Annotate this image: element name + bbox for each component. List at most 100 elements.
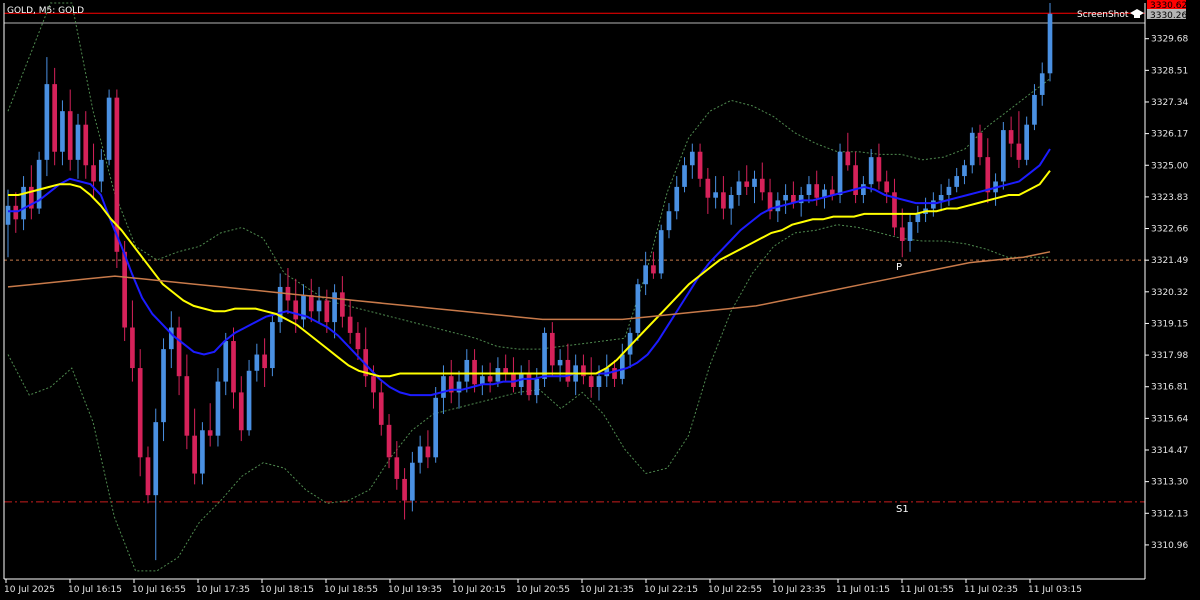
candle-body [619,354,625,379]
candle-body [635,284,641,333]
candle-body [931,200,936,209]
candle-body [1039,73,1045,95]
y-tick-label: 3325.00 [1151,161,1188,171]
y-tick-label: 3316.81 [1151,383,1188,393]
x-tick-label: 10 Jul 16:15 [68,585,122,595]
candle-body [215,381,221,436]
candle-body [91,165,96,182]
candle-body [962,165,967,177]
x-tick-label: 10 Jul 16:55 [132,585,186,595]
x-tick-label: 10 Jul 20:55 [516,585,570,595]
candle-body [340,292,345,317]
candle-body [122,251,127,328]
y-tick-label: 3310.96 [1151,541,1188,551]
candle-body [969,132,975,166]
candle [270,313,275,377]
candle [635,278,641,342]
candle-body [876,157,882,182]
y-tick-label: 3312.13 [1151,509,1188,519]
y-tick-label: 3327.34 [1151,98,1188,108]
candle-body [1024,124,1030,160]
x-tick-label: 10 Jul 20:15 [452,585,506,595]
candle-body [884,181,890,193]
candle-body [612,368,617,379]
candle-body [433,397,439,458]
candle-body [736,181,742,195]
y-tick-label: 3329.68 [1151,35,1188,45]
candle [542,327,547,387]
x-tick-label: 10 Jul 23:35 [772,585,826,595]
y-tick-label: 3317.98 [1151,351,1188,361]
candle-body [666,211,672,231]
candle-body [487,376,493,382]
candle-body [254,354,260,371]
candle [1001,121,1006,190]
candle-body [915,213,921,223]
x-tick-label: 11 Jul 03:15 [1028,585,1082,595]
candle-body [1047,13,1053,74]
candle-body [238,392,244,431]
candle [1047,3,1053,82]
candle-body [130,327,135,369]
x-tick-label: 10 Jul 22:55 [708,585,762,595]
candle-body [728,195,734,209]
candle-body [689,151,695,166]
candle [36,151,42,214]
candle-body [98,159,104,182]
candle-body [161,349,166,423]
candle-body [1032,94,1037,125]
y-tick-label: 3326.17 [1151,130,1188,140]
candle-body [21,186,26,220]
candle-body [456,381,462,393]
candle-body [83,124,89,166]
x-tick-label: 11 Jul 02:35 [964,585,1018,595]
candle-body [845,151,851,166]
candle-body [588,376,594,387]
y-tick-label: 3321.49 [1151,256,1188,266]
candle-body [1001,130,1006,182]
candle-body [394,457,400,479]
candle-body [355,332,361,350]
candle-body [347,316,353,333]
candle-body [402,478,407,501]
candle-body [472,359,477,385]
candle-body [565,359,571,382]
candle-body [868,157,874,185]
candle [433,387,439,463]
candle-body [907,222,913,241]
candle-body [806,184,812,195]
candle-body [378,392,384,425]
chart-background [0,0,1200,600]
candle-body [985,157,991,193]
y-tick-label: 3315.64 [1151,414,1188,424]
candle-body [153,422,159,496]
candle-body [200,430,205,474]
candle-body [682,165,687,187]
candle [246,359,252,436]
candle-body [1016,143,1022,160]
candle-body [697,151,703,179]
candle-body [759,178,765,193]
candle-body [643,265,648,285]
x-tick-label: 10 Jul 18:15 [260,585,314,595]
candle-body [137,368,143,458]
x-tick-label: 10 Jul 2025 [4,585,55,595]
y-tick-label: 3319.15 [1151,319,1188,329]
x-tick-label: 11 Jul 01:55 [900,585,954,595]
candle-body [464,359,470,382]
candle-body [596,376,602,387]
price-chart[interactable]: P S1 3329.68 3328.51 3327.34 3326.17 3325.00 3… [0,0,1200,600]
x-tick-label: 10 Jul 17:35 [196,585,250,595]
candle-body [293,300,299,320]
candle-body [324,300,330,323]
candle-body [192,435,197,474]
x-tick-label: 10 Jul 22:15 [644,585,698,595]
candle-body [106,97,112,160]
candle-body [371,376,376,393]
symbol-label: GOLD, M5: GOLD [7,6,84,16]
candle-body [651,265,656,274]
candle-body [410,462,415,501]
level-label-p: P [896,262,902,273]
candle-body [316,300,322,312]
candle-body [184,376,190,436]
